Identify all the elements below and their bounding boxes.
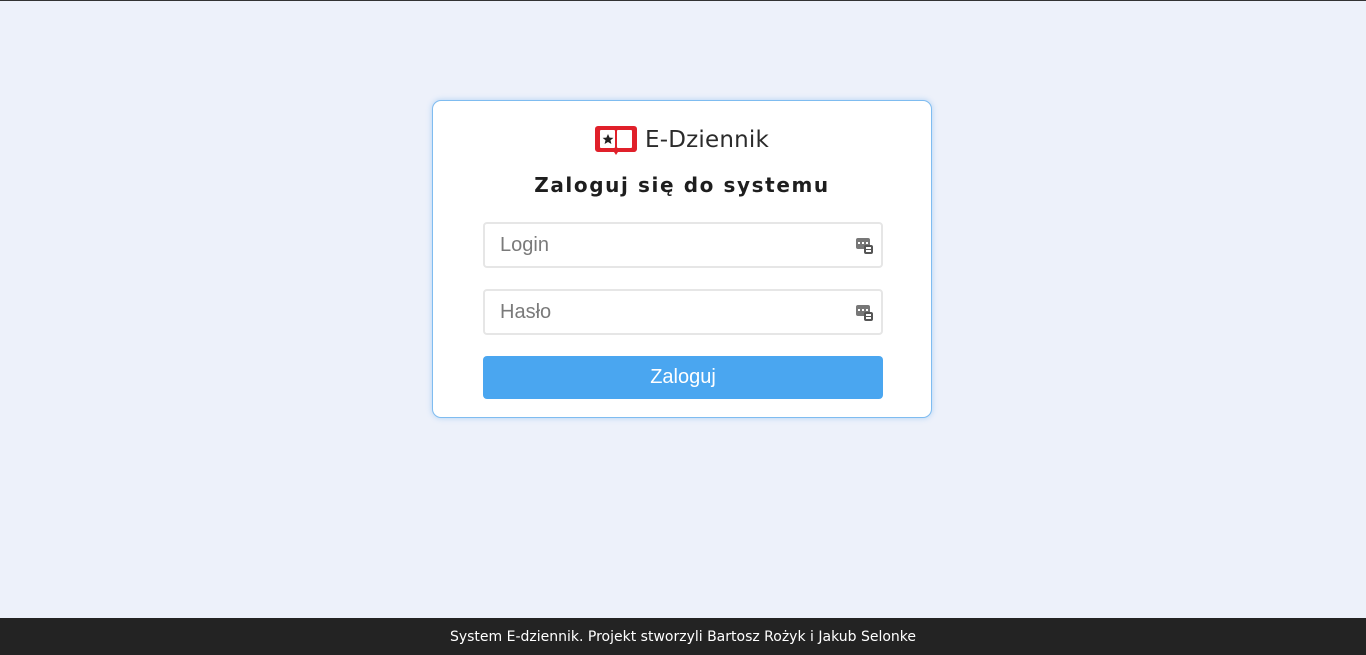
top-border	[0, 0, 1366, 1]
footer-text: System E-dziennik. Projekt stworzyli Bar…	[449, 628, 917, 645]
login-button[interactable]: Zaloguj	[483, 356, 883, 399]
login-input[interactable]	[485, 224, 881, 266]
brand: E-Dziennik	[433, 123, 931, 157]
book-star-icon	[594, 126, 637, 155]
brand-name: E-Dziennik	[644, 127, 770, 153]
login-card: E-Dziennik Zaloguj się do systemu Zalogu…	[432, 100, 932, 418]
password-input[interactable]	[485, 291, 881, 333]
password-manager-icon[interactable]	[856, 304, 873, 321]
footer: System E-dziennik. Projekt stworzyli Bar…	[0, 618, 1366, 655]
password-field	[483, 289, 883, 335]
login-heading: Zaloguj się do systemu	[534, 173, 830, 197]
password-manager-icon[interactable]	[856, 237, 873, 254]
login-field	[483, 222, 883, 268]
